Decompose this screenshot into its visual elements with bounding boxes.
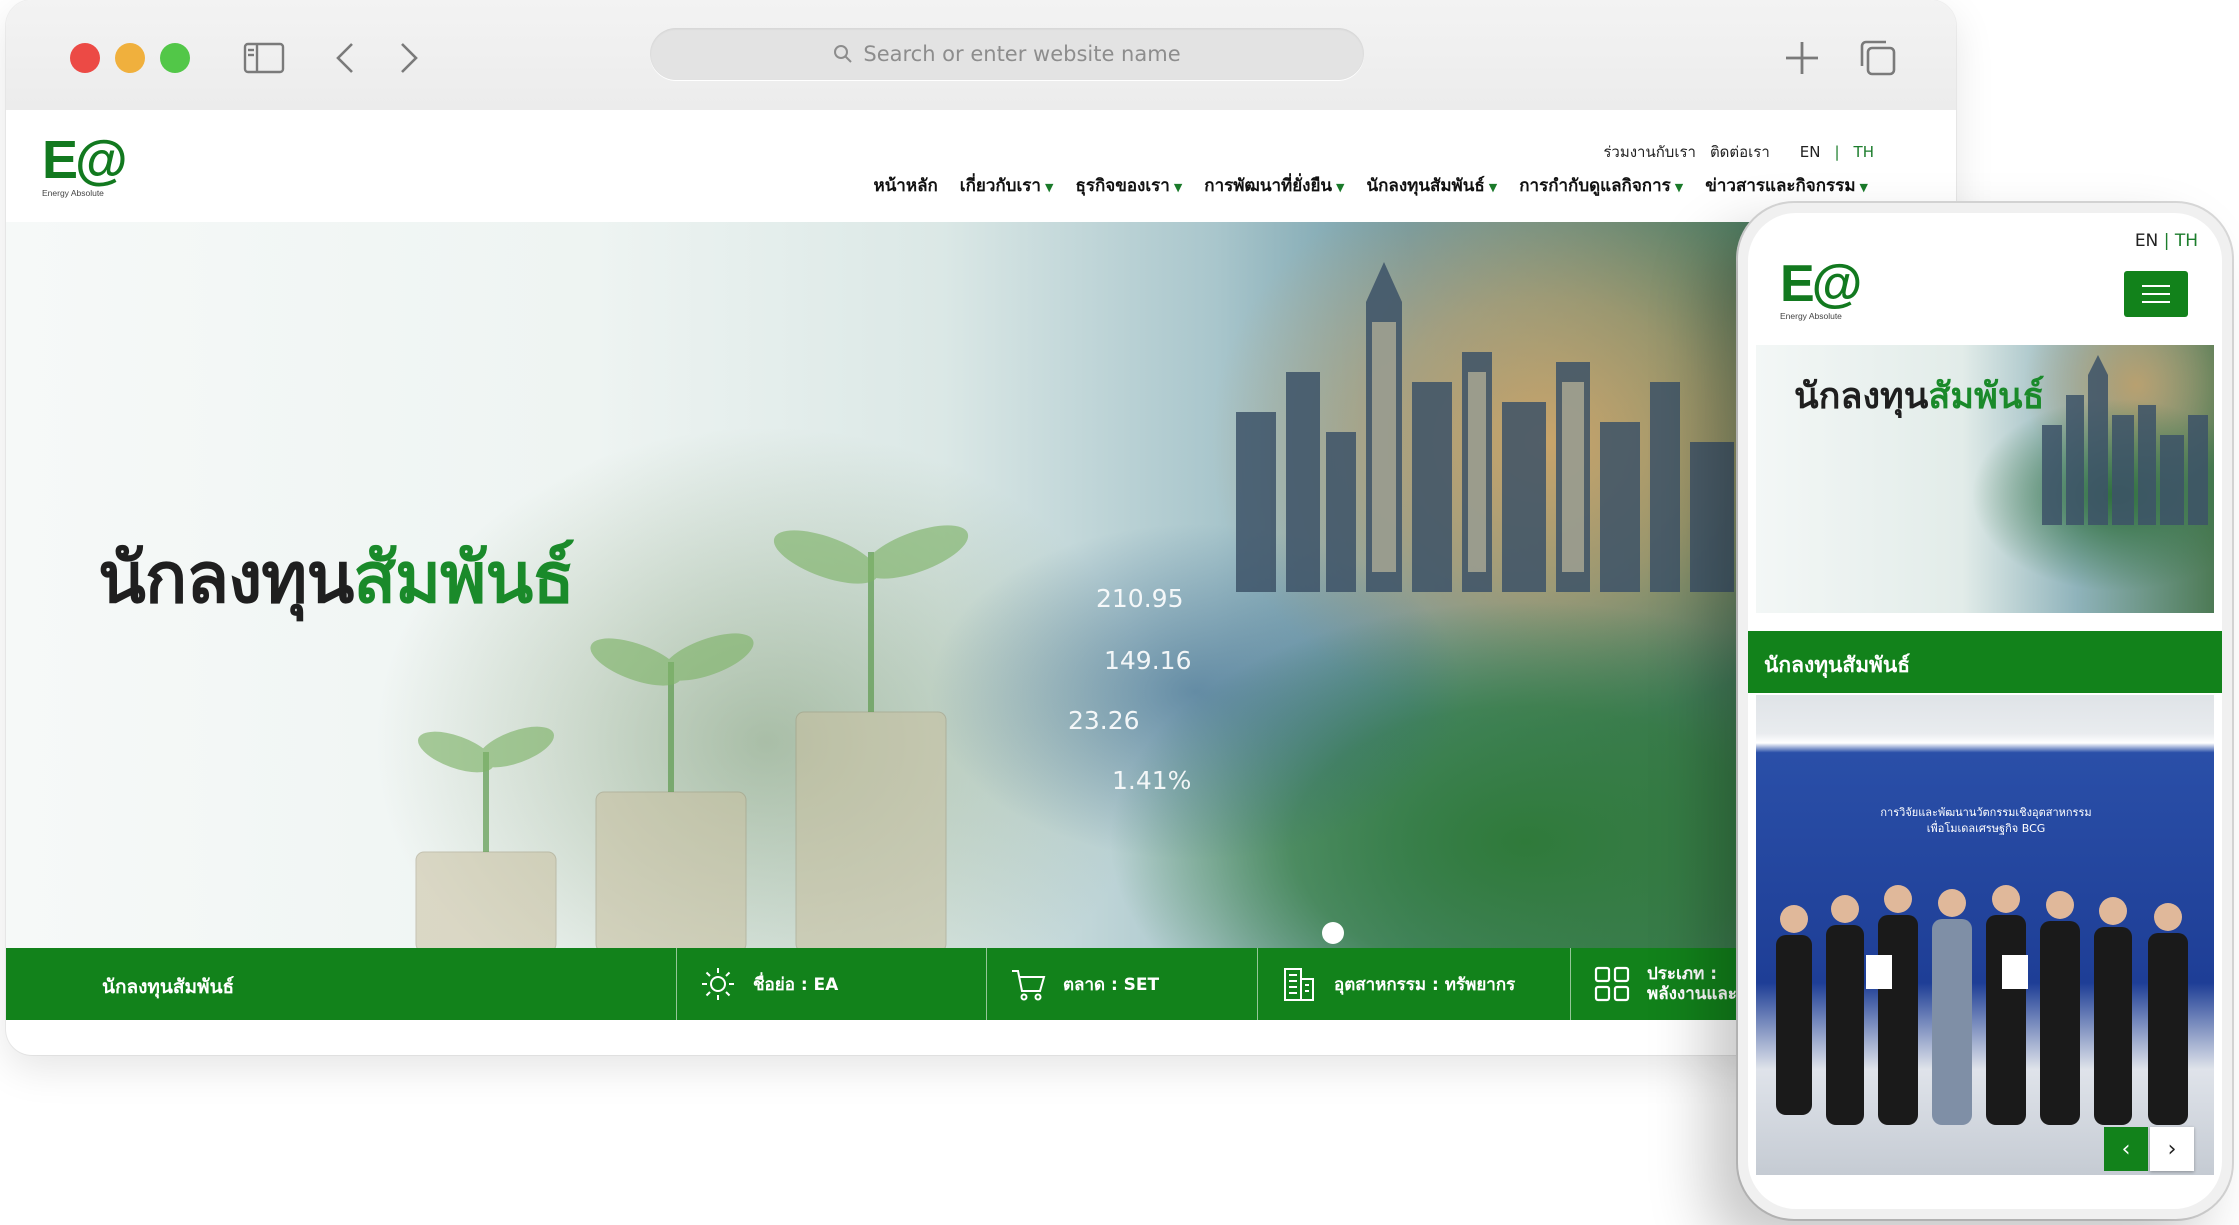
hero-stat-3: 23.26 <box>1068 706 1140 735</box>
hero-title: นักลงทุนสัมพันธ์ <box>98 522 575 633</box>
mobile-section-title: นักลงทุนสัมพันธ์ <box>1764 653 1911 677</box>
site-header: E@ Energy Absolute ร่วมงานกับเรา ติดต่อเ… <box>6 110 1956 222</box>
grid-icon <box>1594 966 1630 1002</box>
carousel-indicator-dot[interactable] <box>1322 922 1344 944</box>
forward-arrow-icon[interactable] <box>386 36 430 80</box>
utility-links: ร่วมงานกับเรา ติดต่อเรา EN | TH <box>1603 140 1874 164</box>
mobile-ea-logo[interactable]: E@ Energy Absolute <box>1780 255 1862 321</box>
stock-info-bar: นักลงทุนสัมพันธ์ ชื่อย่อ : EA ตลาด : SET <box>6 948 1956 1020</box>
info-industry: อุตสาหกรรม : ทรัพยากร <box>1257 948 1515 1020</box>
info-market-label: ตลาด : SET <box>1063 974 1160 995</box>
caret-down-icon: ▼ <box>1044 181 1054 194</box>
caret-down-icon: ▼ <box>1674 181 1684 194</box>
nav-governance[interactable]: การกำกับดูแลกิจการ ▼ <box>1519 172 1683 199</box>
info-symbol-label: ชื่อย่อ : EA <box>753 974 839 995</box>
search-icon <box>834 45 853 63</box>
lang-th[interactable]: TH <box>1854 143 1874 161</box>
caret-down-icon: ▼ <box>1173 181 1183 194</box>
nav-news[interactable]: ข่าวสารและกิจกรรม ▼ <box>1705 172 1868 199</box>
cart-icon <box>1012 970 1046 1001</box>
browser-titlebar: Search or enter website name <box>6 0 1956 111</box>
minimize-window-button[interactable] <box>115 43 145 73</box>
nav-home-label: หน้าหลัก <box>873 176 938 196</box>
nav-business-label: ธุรกิจของเรา <box>1075 176 1170 196</box>
mobile-language-switch: EN | TH <box>2135 231 2198 251</box>
info-industry-label: อุตสาหกรรม : ทรัพยากร <box>1334 974 1516 995</box>
mobile-banner-line1: การวิจัยและพัฒนานวัตกรรมเชิงอุตสาหกรรม <box>1880 806 2092 819</box>
nav-governance-label: การกำกับดูแลกิจการ <box>1519 176 1671 196</box>
lang-en[interactable]: EN <box>1800 143 1821 161</box>
caret-down-icon: ▼ <box>1859 181 1868 194</box>
mobile-phone-frame: EN | TH E@ Energy Absolute นักลงทุนสัมพั… <box>1738 203 2232 1219</box>
mobile-hero-title: นักลงทุนสัมพันธ์ <box>1794 367 2044 424</box>
carousel-prev-button[interactable]: ‹ <box>2104 1127 2148 1171</box>
sun-icon <box>702 968 734 1000</box>
lang-separator: | <box>1834 143 1840 161</box>
building-icon <box>1284 968 1314 1001</box>
logo-mark: E@ <box>42 130 128 190</box>
info-type: ประเภท : พลังงานและ <box>1570 948 1737 1020</box>
nav-investor-label: นักลงทุนสัมพันธ์ <box>1366 176 1485 196</box>
caret-down-icon: ▼ <box>1488 181 1498 194</box>
new-tab-plus-icon[interactable] <box>1780 36 1824 80</box>
mobile-logo-mark: E@ <box>1780 255 1862 313</box>
hero-stat-2: 149.16 <box>1104 646 1192 675</box>
maximize-window-button[interactable] <box>160 43 190 73</box>
main-nav: หน้าหลัก เกี่ยวกับเรา ▼ ธุรกิจของเรา ▼ การ… <box>873 172 1868 199</box>
mobile-hero-banner: นักลงทุนสัมพันธ์ <box>1756 345 2214 613</box>
nav-investor-relations[interactable]: นักลงทุนสัมพันธ์ ▼ <box>1367 172 1498 199</box>
mobile-hero-title-part1: นักลงทุน <box>1794 376 1929 417</box>
hero-title-part2: สัมพันธ์ <box>353 537 575 619</box>
mobile-lang-en[interactable]: EN <box>2135 231 2158 251</box>
mobile-banner-line2: เพื่อโมเดลเศรษฐกิจ BCG <box>1926 822 2046 835</box>
mobile-news-photo[interactable]: การวิจัยและพัฒนานวัตกรรมเชิงอุตสาหกรรม เ… <box>1756 695 2214 1175</box>
nav-about-label: เกี่ยวกับเรา <box>959 176 1041 196</box>
city-skyline-illustration <box>1236 262 1734 592</box>
mobile-event-banner: การวิจัยและพัฒนานวัตกรรมเชิงอุตสาหกรรม เ… <box>1826 805 2146 837</box>
mobile-lang-th[interactable]: TH <box>2175 231 2198 251</box>
mobile-lang-separator: | <box>2163 231 2170 251</box>
back-arrow-icon[interactable] <box>324 36 368 80</box>
chevron-right-icon: › <box>2167 1136 2177 1162</box>
nav-sustainability[interactable]: การพัฒนาที่ยั่งยืน ▼ <box>1204 172 1344 199</box>
careers-link[interactable]: ร่วมงานกับเรา <box>1603 140 1696 164</box>
nav-about[interactable]: เกี่ยวกับเรา ▼ <box>960 172 1054 199</box>
nav-sustainability-label: การพัฒนาที่ยั่งยืน <box>1204 176 1333 196</box>
mobile-city-skyline-illustration <box>2042 355 2208 525</box>
mobile-section-header: นักลงทุนสัมพันธ์ <box>1748 631 2222 693</box>
desktop-browser-window: Search or enter website name E@ Energy A… <box>6 0 1956 1055</box>
hero-title-part1: นักลงทุน <box>98 537 354 619</box>
caret-down-icon: ▼ <box>1336 181 1345 194</box>
info-type-line1: ประเภท : <box>1647 964 1717 984</box>
nav-business[interactable]: ธุรกิจของเรา ▼ <box>1075 172 1182 199</box>
chevron-left-icon: ‹ <box>2121 1136 2131 1162</box>
info-market: ตลาด : SET <box>986 948 1159 1020</box>
info-type-label: ประเภท : พลังงานและ <box>1647 964 1737 1004</box>
address-bar-placeholder: Search or enter website name <box>863 42 1181 66</box>
info-type-line2: พลังงานและ <box>1647 984 1737 1004</box>
ea-logo[interactable]: E@ Energy Absolute <box>42 130 132 204</box>
tab-overview-icon[interactable] <box>1856 36 1900 80</box>
nav-news-label: ข่าวสารและกิจกรรม <box>1705 176 1856 196</box>
close-window-button[interactable] <box>70 43 100 73</box>
mobile-hero-title-part2: สัมพันธ์ <box>1928 376 2045 417</box>
info-symbol: ชื่อย่อ : EA <box>676 948 838 1020</box>
sidebar-toggle-icon[interactable] <box>242 36 286 80</box>
hero-stat-4: 1.41% <box>1112 766 1192 795</box>
hero-stat-1: 210.95 <box>1096 584 1184 613</box>
address-bar[interactable]: Search or enter website name <box>650 28 1364 80</box>
hamburger-menu-icon[interactable] <box>2124 271 2188 317</box>
nav-home[interactable]: หน้าหลัก <box>873 172 937 199</box>
infobar-title: นักลงทุนสัมพันธ์ <box>102 976 235 998</box>
hero-banner: นักลงทุนสัมพันธ์ 210.95 149.16 23.26 1.4… <box>6 222 1956 948</box>
mobile-screen: EN | TH E@ Energy Absolute นักลงทุนสัมพั… <box>1748 213 2222 1209</box>
contact-link[interactable]: ติดต่อเรา <box>1710 140 1770 164</box>
carousel-next-button[interactable]: › <box>2150 1127 2194 1171</box>
